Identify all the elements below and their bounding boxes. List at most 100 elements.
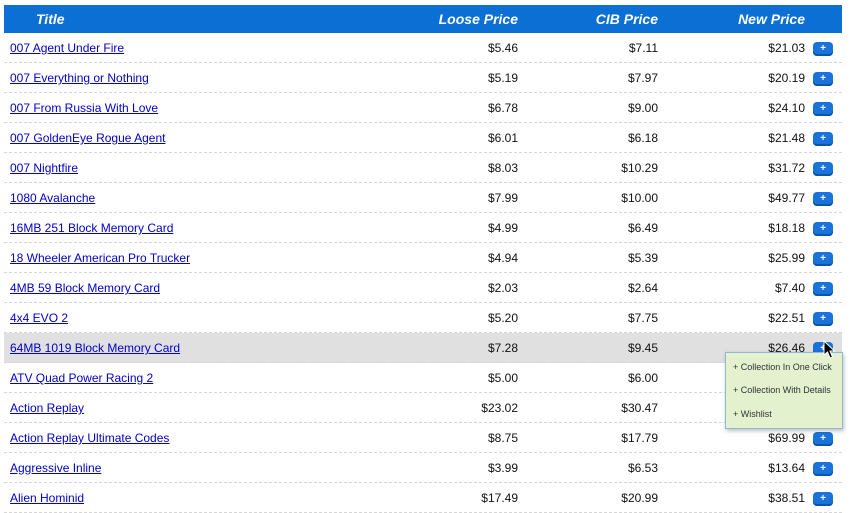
- column-header-loose-price[interactable]: Loose Price: [439, 11, 518, 27]
- price-table-body: 007 Agent Under Fire $5.46 $7.11 $21.03 +007…: [4, 33, 842, 513]
- cib-price: $6.49: [627, 221, 658, 235]
- loose-price: $23.02: [481, 401, 518, 415]
- cib-price: $10.00: [621, 191, 658, 205]
- cib-price: $9.45: [627, 341, 658, 355]
- loose-price: $5.46: [487, 41, 518, 55]
- loose-price: $7.99: [487, 191, 518, 205]
- new-price: $13.64: [768, 461, 805, 475]
- cib-price: $10.29: [621, 161, 658, 175]
- cib-price: $5.39: [627, 251, 658, 265]
- add-to-collection-button[interactable]: +: [813, 312, 833, 326]
- game-title-link[interactable]: 007 Everything or Nothing: [10, 71, 149, 85]
- cib-price: $7.11: [628, 41, 658, 55]
- menu-item-collection-with-details[interactable]: + Collection With Details: [733, 385, 831, 395]
- table-row: 4MB 59 Block Memory Card $2.03 $2.64 $7.40 +: [4, 273, 842, 303]
- loose-price: $4.94: [487, 251, 518, 265]
- loose-price: $6.01: [487, 131, 518, 145]
- new-price: $25.99: [768, 251, 805, 265]
- loose-price: $3.99: [487, 461, 518, 475]
- new-price: $21.48: [768, 131, 805, 145]
- table-row: 007 GoldenEye Rogue Agent $6.01 $6.18 $21.4…: [4, 123, 842, 153]
- table-row: Action Replay$23.02$30.47+: [4, 393, 842, 423]
- loose-price: $5.20: [487, 311, 518, 325]
- table-row: ATV Quad Power Racing 2$5.00$6.00+: [4, 363, 842, 393]
- new-price: $31.72: [768, 161, 805, 175]
- game-title-link[interactable]: 007 Agent Under Fire: [10, 41, 124, 55]
- new-price: $69.99: [768, 431, 805, 445]
- game-title-link[interactable]: Aggressive Inline: [10, 461, 101, 475]
- game-title-link[interactable]: Alien Hominid: [10, 491, 84, 505]
- loose-price: $8.03: [487, 161, 518, 175]
- add-to-collection-button[interactable]: +: [813, 102, 833, 116]
- table-row: Aggressive Inline $3.99 $6.53 $13.64 +: [4, 453, 842, 483]
- add-to-collection-button[interactable]: +: [813, 252, 833, 266]
- new-price: $49.77: [768, 191, 805, 205]
- loose-price: $6.78: [487, 101, 518, 115]
- cib-price: $9.00: [627, 101, 658, 115]
- game-title-link[interactable]: ATV Quad Power Racing 2: [10, 371, 153, 385]
- table-row: 18 Wheeler American Pro Trucker $4.94 $5.3…: [4, 243, 842, 273]
- game-title-link[interactable]: 007 GoldenEye Rogue Agent: [10, 131, 165, 145]
- cib-price: $30.47: [621, 401, 658, 415]
- table-row: Alien Hominid $17.49 $20.99 $38.51 +: [4, 483, 842, 513]
- add-to-collection-button[interactable]: +: [813, 462, 833, 476]
- cib-price: $6.18: [627, 131, 658, 145]
- add-to-collection-button[interactable]: +: [813, 492, 833, 506]
- table-header: Title Loose Price CIB Price New Price: [4, 5, 842, 33]
- table-row: 64MB 1019 Block Memory Card $7.28 $9.45 $26…: [4, 333, 842, 363]
- game-title-link[interactable]: Action Replay Ultimate Codes: [10, 431, 169, 445]
- table-row: Action Replay Ultimate Codes $8.75 $17.79 $…: [4, 423, 842, 453]
- table-row: 007 From Russia With Love $6.78 $9.00 $24.1…: [4, 93, 842, 123]
- table-row: 1080 Avalanche $7.99 $10.00 $49.77 +: [4, 183, 842, 213]
- add-to-collection-button[interactable]: +: [813, 222, 833, 236]
- column-header-title[interactable]: Title: [36, 11, 65, 27]
- game-title-link[interactable]: 64MB 1019 Block Memory Card: [10, 341, 180, 355]
- new-price: $18.18: [768, 221, 805, 235]
- table-row: 007 Everything or Nothing $5.19 $7.97 $20.1…: [4, 63, 842, 93]
- menu-item-wishlist[interactable]: + Wishlist: [733, 409, 772, 419]
- cib-price: $2.64: [627, 281, 658, 295]
- new-price: $38.51: [768, 491, 805, 505]
- loose-price: $2.03: [487, 281, 518, 295]
- game-title-link[interactable]: 4MB 59 Block Memory Card: [10, 281, 160, 295]
- menu-item-collection-one-click[interactable]: + Collection In One Click: [733, 362, 832, 372]
- mouse-pointer-icon: [823, 340, 836, 359]
- cib-price: $6.53: [627, 461, 658, 475]
- loose-price: $4.99: [487, 221, 518, 235]
- add-to-collection-button[interactable]: +: [813, 72, 833, 86]
- game-title-link[interactable]: 16MB 251 Block Memory Card: [10, 221, 173, 235]
- game-title-link[interactable]: 007 Nightfire: [10, 161, 78, 175]
- add-to-collection-button[interactable]: +: [813, 432, 833, 446]
- table-row: 007 Agent Under Fire $5.46 $7.11 $21.03 +: [4, 33, 842, 63]
- add-to-collection-button[interactable]: +: [813, 282, 833, 296]
- table-row: 16MB 251 Block Memory Card $4.99 $6.49 $18.…: [4, 213, 842, 243]
- new-price: $21.03: [768, 41, 805, 55]
- column-header-new-price[interactable]: New Price: [738, 11, 805, 27]
- cib-price: $7.97: [627, 71, 658, 85]
- add-to-collection-menu: + Collection In One Click + Collection W…: [725, 352, 843, 429]
- new-price: $24.10: [768, 101, 805, 115]
- loose-price: $7.28: [487, 341, 518, 355]
- loose-price: $8.75: [487, 431, 518, 445]
- new-price: $22.51: [768, 311, 805, 325]
- game-title-link[interactable]: 007 From Russia With Love: [10, 101, 158, 115]
- game-title-link[interactable]: 18 Wheeler American Pro Trucker: [10, 251, 190, 265]
- cib-price: $6.00: [627, 371, 658, 385]
- game-title-link[interactable]: Action Replay: [10, 401, 84, 415]
- loose-price: $5.19: [487, 71, 518, 85]
- column-header-cib-price[interactable]: CIB Price: [596, 11, 658, 27]
- add-to-collection-button[interactable]: +: [813, 42, 833, 56]
- add-to-collection-button[interactable]: +: [813, 192, 833, 206]
- loose-price: $17.49: [481, 491, 518, 505]
- table-row: 4x4 EVO 2 $5.20 $7.75 $22.51 +: [4, 303, 842, 333]
- cib-price: $20.99: [621, 491, 658, 505]
- game-title-link[interactable]: 4x4 EVO 2: [10, 311, 68, 325]
- new-price: $20.19: [768, 71, 805, 85]
- add-to-collection-button[interactable]: +: [813, 132, 833, 146]
- loose-price: $5.00: [487, 371, 518, 385]
- new-price: $7.40: [774, 281, 805, 295]
- cib-price: $17.79: [621, 431, 658, 445]
- table-row: 007 Nightfire $8.03 $10.29 $31.72 +: [4, 153, 842, 183]
- game-title-link[interactable]: 1080 Avalanche: [10, 191, 95, 205]
- add-to-collection-button[interactable]: +: [813, 162, 833, 176]
